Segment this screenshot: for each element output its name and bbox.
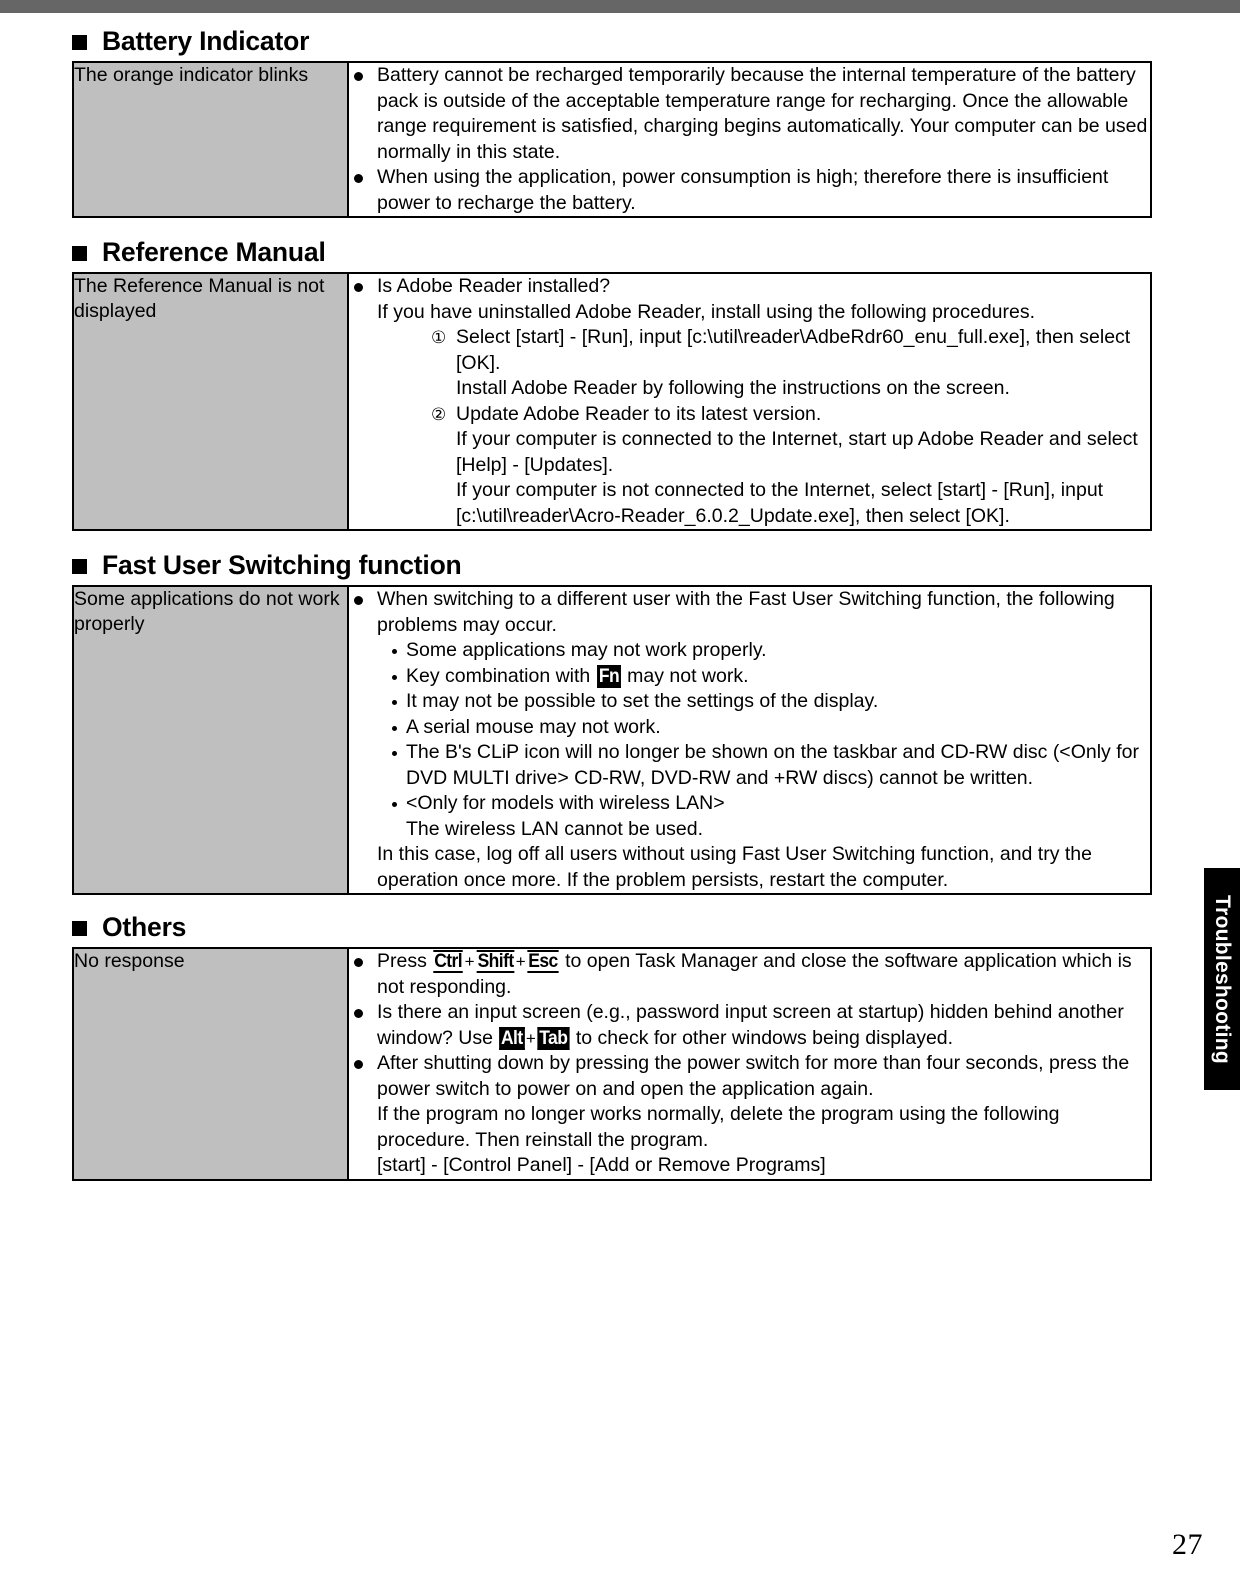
- table-row: Some applications do not work properly W…: [72, 585, 1152, 895]
- table-reference-manual: The Reference Manual is not displayed Is…: [72, 272, 1152, 531]
- section-heading-label: Fast User Switching function: [102, 549, 462, 580]
- list-item: Press Ctrl + Shift + Esc to open Task Manage…: [349, 949, 1150, 1000]
- numbered-step-list: ① Select [start] - [Run], input [c:\util…: [349, 325, 1150, 529]
- sub-bullet-text-post: may not work.: [621, 664, 749, 687]
- side-tab-label: Troubleshooting: [1211, 894, 1234, 1064]
- scan-top-bar: [0, 0, 1240, 13]
- bullet-line: After shutting down by pressing the powe…: [377, 1052, 1130, 1100]
- bullet-square-icon: [72, 34, 87, 50]
- list-item: Some applications may not work properly.: [389, 638, 1150, 664]
- step-line: Update Adobe Reader to its latest versio…: [456, 402, 822, 425]
- list-item: ② Update Adobe Reader to its latest vers…: [431, 402, 1150, 530]
- keycap-ctrl: Ctrl: [433, 950, 464, 973]
- symptom-cell: The Reference Manual is not displayed: [72, 272, 349, 531]
- step-line: Install Adobe Reader by following the in…: [456, 377, 1010, 399]
- list-item: When using the application, power consum…: [349, 165, 1150, 216]
- table-fast-user-switching: Some applications do not work properly W…: [72, 585, 1152, 895]
- table-others: No response Press Ctrl + Shift + Esc to open…: [72, 947, 1152, 1181]
- step-marker-2: ②: [431, 404, 447, 424]
- side-tab-troubleshooting: Troubleshooting: [1204, 868, 1240, 1090]
- sub-bullet-text-pre: Key combination with: [406, 664, 596, 687]
- closing-text: In this case, log off all users without …: [377, 843, 1092, 891]
- list-item: Battery cannot be recharged temporarily …: [349, 63, 1150, 165]
- list-item: Is there an input screen (e.g., password…: [349, 1000, 1150, 1051]
- list-item: It may not be possible to set the settin…: [389, 689, 1150, 715]
- bullet-text-post: to check for other windows being display…: [570, 1026, 954, 1049]
- plus-symbol: +: [464, 952, 475, 971]
- section-heading-reference-manual: Reference Manual: [72, 232, 1152, 272]
- sub-bullet-list: Some applications may not work properly.…: [377, 638, 1150, 842]
- section-heading-label: Reference Manual: [102, 236, 326, 267]
- sub-bullet-text: Some applications may not work properly.: [406, 639, 767, 661]
- keycap-shift: Shift: [476, 950, 515, 973]
- section-heading-others: Others: [72, 907, 1152, 947]
- symptom-cell: The orange indicator blinks: [72, 61, 349, 218]
- list-item: ① Select [start] - [Run], input [c:\util…: [431, 325, 1150, 402]
- document-page: Battery Indicator The orange indicator b…: [0, 13, 1240, 1579]
- table-row: The orange indicator blinks Battery cann…: [72, 61, 1152, 218]
- solution-bullet-list: Battery cannot be recharged temporarily …: [349, 63, 1150, 216]
- table-battery-indicator: The orange indicator blinks Battery cann…: [72, 61, 1152, 218]
- bullet-main-text: Is Adobe Reader installed?: [377, 275, 611, 297]
- keycap-fn: Fn: [596, 664, 621, 688]
- page-number: 27: [1172, 1528, 1203, 1561]
- solution-cell: Is Adobe Reader installed? If you have u…: [347, 272, 1152, 531]
- keycap-esc: Esc: [527, 950, 559, 973]
- step-line: If your computer is connected to the Int…: [456, 428, 1138, 476]
- solution-bullet-list: When switching to a different user with …: [349, 587, 1150, 893]
- bullet-line: If the program no longer works normally,…: [377, 1103, 1060, 1151]
- sub-bullet-text: A serial mouse may not work.: [406, 715, 661, 738]
- section-heading-label: Others: [102, 911, 187, 942]
- sub-bullet-text: <Only for models with wireless LAN> The …: [406, 792, 725, 840]
- list-item: Key combination with Fn may not work.: [389, 664, 1150, 690]
- bullet-square-icon: [72, 245, 87, 261]
- keycap-tab: Tab: [537, 1026, 570, 1050]
- list-item: When switching to a different user with …: [349, 587, 1150, 893]
- step-line: Select [start] - [Run], input [c:\util\r…: [456, 326, 1131, 374]
- symptom-cell: No response: [72, 947, 349, 1181]
- bullet-square-icon: [72, 920, 87, 936]
- section-heading-fast-user-switching: Fast User Switching function: [72, 545, 1152, 585]
- list-item: A serial mouse may not work.: [389, 715, 1150, 741]
- sub-bullet-text: It may not be possible to set the settin…: [406, 690, 879, 712]
- page-content: Battery Indicator The orange indicator b…: [72, 21, 1152, 1181]
- solution-cell: Press Ctrl + Shift + Esc to open Task Manage…: [347, 947, 1152, 1181]
- bullet-square-icon: [72, 558, 87, 574]
- plus-symbol: +: [515, 952, 526, 971]
- list-item: The B's CLiP icon will no longer be show…: [389, 740, 1150, 791]
- bullet-sub-text: If you have uninstalled Adobe Reader, in…: [377, 300, 1036, 323]
- list-item: Is Adobe Reader installed? If you have u…: [349, 274, 1150, 325]
- list-item: <Only for models with wireless LAN> The …: [389, 791, 1150, 842]
- solution-bullet-list: Press Ctrl + Shift + Esc to open Task Manage…: [349, 949, 1150, 1179]
- solution-cell: When switching to a different user with …: [347, 585, 1152, 895]
- bullet-text-pre: Press: [377, 950, 433, 972]
- solution-cell: Battery cannot be recharged temporarily …: [347, 61, 1152, 218]
- step-marker-1: ①: [431, 328, 447, 347]
- keycap-alt: Alt: [499, 1026, 525, 1050]
- table-row: The Reference Manual is not displayed Is…: [72, 272, 1152, 531]
- section-heading-label: Battery Indicator: [102, 25, 310, 56]
- bullet-main-text: When switching to a different user with …: [377, 588, 1115, 636]
- plus-symbol: +: [525, 1028, 536, 1048]
- step-line: If your computer is not connected to the…: [456, 479, 1104, 527]
- table-row: No response Press Ctrl + Shift + Esc to open…: [72, 947, 1152, 1181]
- sub-bullet-text: The B's CLiP icon will no longer be show…: [406, 741, 1139, 789]
- solution-bullet-list: Is Adobe Reader installed? If you have u…: [349, 274, 1150, 325]
- symptom-cell: Some applications do not work properly: [72, 585, 349, 895]
- list-item: After shutting down by pressing the powe…: [349, 1051, 1150, 1179]
- section-heading-battery-indicator: Battery Indicator: [72, 21, 1152, 61]
- bullet-line: [start] - [Control Panel] - [Add or Remo…: [377, 1154, 826, 1176]
